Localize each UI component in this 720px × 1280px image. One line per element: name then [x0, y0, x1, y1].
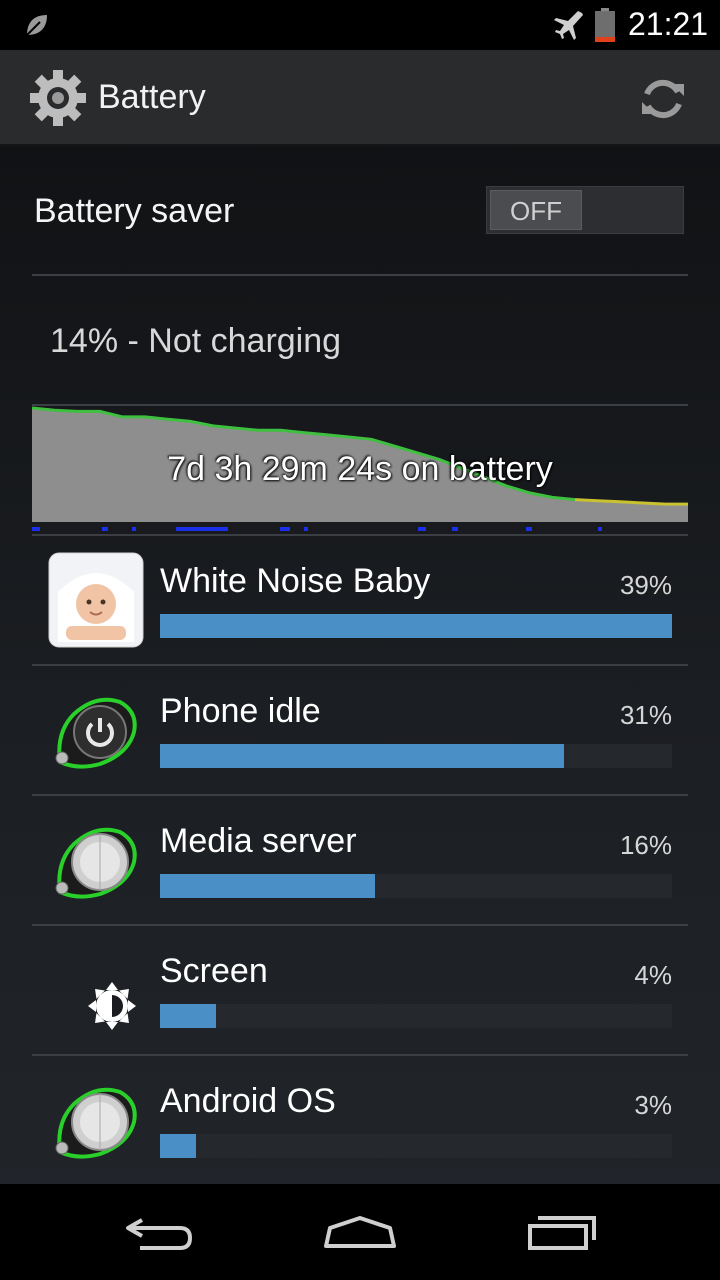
- app-percent: 39%: [619, 570, 672, 600]
- wakelock-tick: [418, 527, 426, 531]
- navigation-bar: [0, 1184, 720, 1280]
- usage-bar-track: [160, 1134, 672, 1158]
- battery-status-text: 14% - Not charging: [50, 322, 342, 360]
- wakelock-tick: [304, 527, 308, 531]
- usage-bar-fill: [160, 874, 376, 898]
- app-percent: 4%: [634, 960, 672, 990]
- usage-bar-track: [160, 1004, 672, 1028]
- divider: [32, 274, 688, 276]
- page-title: Battery: [98, 78, 206, 116]
- wakelock-tick: [102, 527, 108, 531]
- toggle-knob: OFF: [490, 190, 582, 230]
- brightness-icon: [88, 982, 136, 1030]
- android-system-icon: [55, 1087, 137, 1159]
- usage-bar-fill: [160, 1004, 217, 1028]
- recents-icon[interactable]: [522, 1206, 602, 1258]
- wakelock-tick: [132, 527, 136, 531]
- list-item[interactable]: White Noise Baby 39%: [32, 536, 688, 664]
- wakelock-tick: [526, 527, 532, 531]
- wakelock-tick: [32, 527, 40, 531]
- app-percent: 16%: [619, 830, 672, 860]
- usage-bar-track: [160, 874, 672, 898]
- battery-low-icon: [595, 8, 615, 42]
- wakelock-tick: [452, 527, 458, 531]
- app-name: White Noise Baby: [160, 562, 431, 600]
- app-percent: 31%: [619, 700, 672, 730]
- wakelock-tick: [598, 527, 602, 531]
- usage-bar-fill: [160, 614, 672, 638]
- app-name: Android OS: [160, 1082, 336, 1120]
- status-bar: 21:21: [0, 0, 720, 50]
- graph-caption: 7d 3h 29m 24s on battery: [167, 450, 553, 488]
- app-percent: 3%: [634, 1090, 672, 1120]
- android-system-icon: [55, 827, 137, 899]
- app-name: Screen: [160, 952, 268, 990]
- usage-bar-track: [160, 744, 672, 768]
- power-button-icon: [55, 697, 137, 769]
- clock: 21:21: [628, 6, 709, 42]
- list-item[interactable]: Phone idle 31%: [32, 666, 688, 794]
- wakelock-tick: [280, 527, 290, 531]
- leaf-icon: [26, 15, 47, 36]
- usage-bar-fill: [160, 1134, 196, 1158]
- app-name: Phone idle: [160, 692, 321, 730]
- app-name: Media server: [160, 822, 357, 860]
- action-bar: Battery: [0, 50, 720, 146]
- usage-bar-track: [160, 614, 672, 638]
- back-icon[interactable]: [120, 1206, 200, 1258]
- list-item[interactable]: Media server 16%: [32, 796, 688, 924]
- home-icon[interactable]: [320, 1206, 400, 1258]
- usage-bar-fill: [160, 744, 565, 768]
- settings-gear-icon[interactable]: [28, 68, 88, 128]
- refresh-icon[interactable]: [638, 74, 688, 124]
- wakelock-tick: [176, 527, 228, 531]
- battery-saver-toggle[interactable]: OFF: [486, 186, 684, 234]
- list-item[interactable]: Screen 4%: [32, 926, 688, 1054]
- battery-history-graph[interactable]: 7d 3h 29m 24s on battery: [32, 406, 688, 534]
- battery-saver-label: Battery saver: [34, 192, 235, 230]
- airplane-mode-icon: [554, 11, 583, 40]
- list-item[interactable]: Android OS 3%: [32, 1056, 688, 1184]
- baby-photo-icon: [48, 552, 144, 648]
